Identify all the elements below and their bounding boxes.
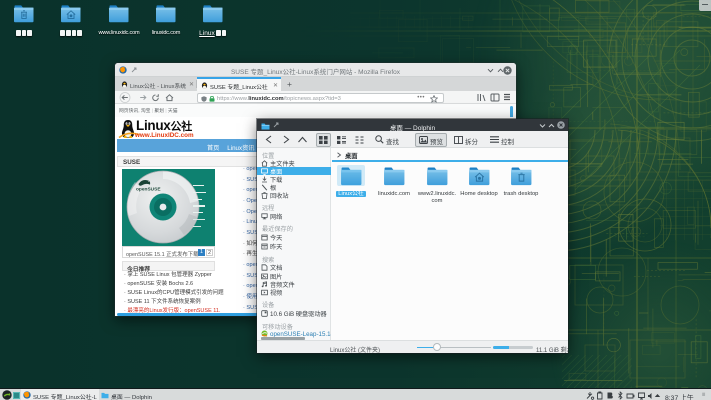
svg-text:openSUSE: openSUSE [136, 187, 161, 193]
